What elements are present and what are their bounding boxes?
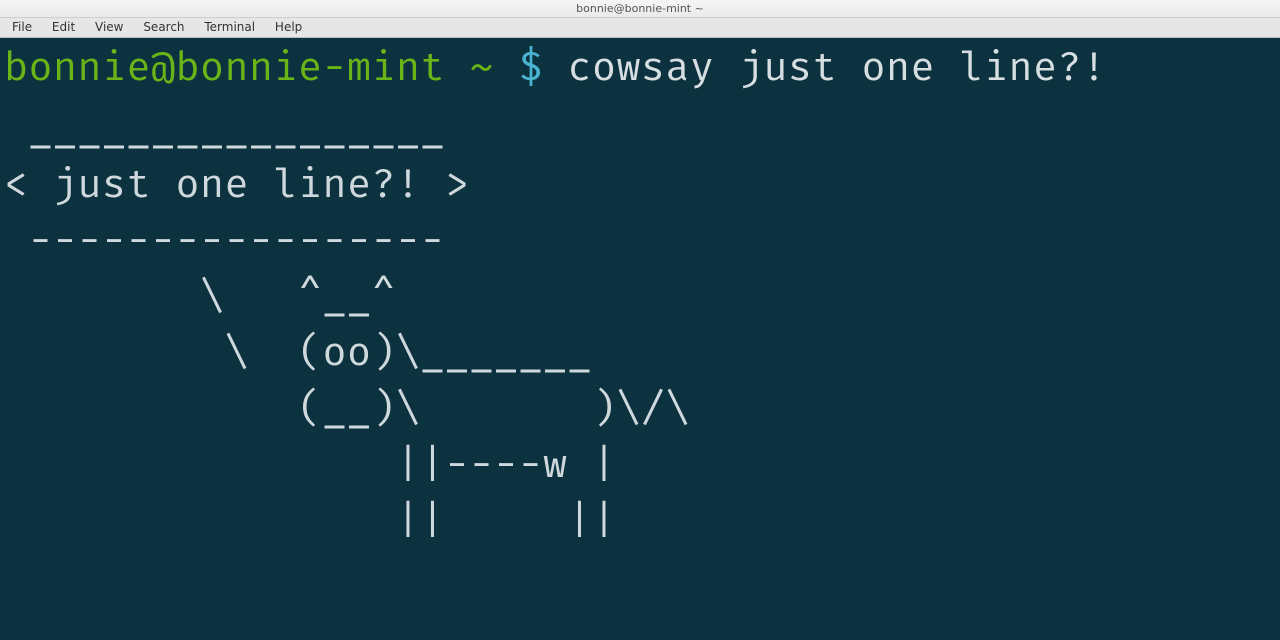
output-line: -----------------	[4, 216, 470, 264]
menu-terminal[interactable]: Terminal	[196, 18, 263, 37]
terminal-viewport[interactable]: bonnie@bonnie-mint ~ $ cowsay just one l…	[0, 38, 1280, 640]
output-line: || ||	[4, 496, 617, 544]
window-title: bonnie@bonnie-mint ~	[576, 2, 704, 15]
menu-view[interactable]: View	[87, 18, 131, 37]
output-line: < just one line?! >	[4, 160, 470, 208]
output-line: ||----w |	[4, 440, 617, 488]
window-titlebar: bonnie@bonnie-mint ~	[0, 0, 1280, 18]
menubar: File Edit View Search Terminal Help	[0, 18, 1280, 38]
output-line: (__)\ )\/\	[4, 384, 690, 432]
prompt-cwd: ~	[470, 43, 495, 91]
command-text: cowsay just one line?!	[568, 43, 1107, 91]
menu-search[interactable]: Search	[135, 18, 192, 37]
prompt-user-host: bonnie@bonnie-mint	[4, 43, 445, 91]
menu-edit[interactable]: Edit	[44, 18, 83, 37]
prompt-symbol: $	[519, 43, 544, 91]
menu-help[interactable]: Help	[267, 18, 310, 37]
menu-file[interactable]: File	[4, 18, 40, 37]
command-output: _________________ < just one line?! > --…	[4, 100, 1276, 548]
output-line: \ (oo)\_______	[4, 328, 592, 376]
output-line: _________________	[4, 104, 470, 152]
output-line: \ ^__^	[4, 272, 396, 320]
